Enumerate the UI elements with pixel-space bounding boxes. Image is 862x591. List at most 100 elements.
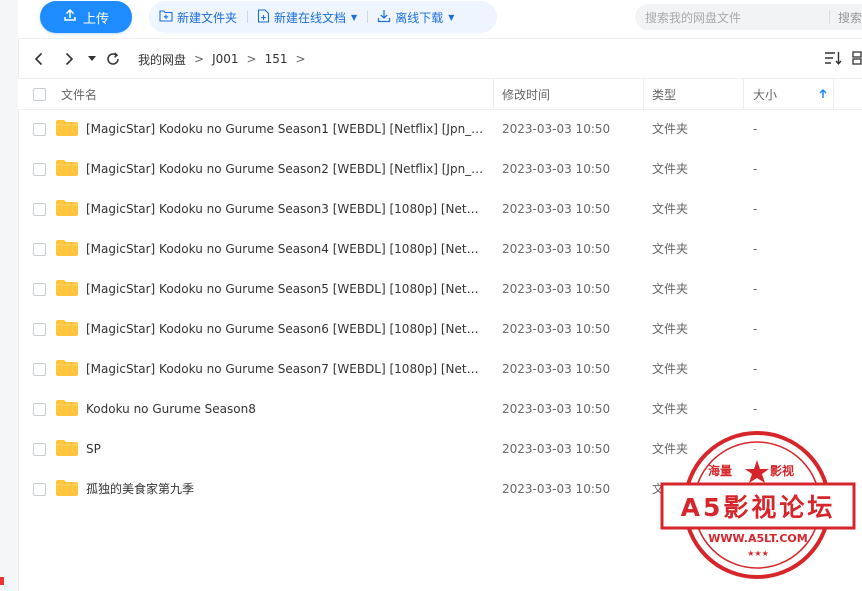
table-row[interactable]: [MagicStar] Kodoku no Gurume Season5 [WE…	[18, 269, 862, 309]
row-checkbox[interactable]	[33, 363, 46, 376]
file-size: -	[753, 162, 758, 176]
upload-icon	[63, 8, 77, 26]
new-folder-button[interactable]: 新建文件夹	[149, 1, 247, 33]
row-checkbox[interactable]	[33, 203, 46, 216]
file-name[interactable]: [MagicStar] Kodoku no Gurume Season1 [WE…	[86, 109, 486, 149]
breadcrumb-separator: >	[295, 52, 306, 66]
sort-icon[interactable]	[824, 50, 842, 69]
file-name[interactable]: [MagicStar] Kodoku no Gurume Season6 [WE…	[86, 309, 486, 349]
table-row[interactable]: [MagicStar] Kodoku no Gurume Season2 [WE…	[18, 149, 862, 189]
modified-time: 2023-03-03 10:50	[502, 362, 611, 376]
column-divider[interactable]	[643, 79, 644, 109]
new-doc-button[interactable]: 新建在线文档 ▼	[247, 1, 367, 33]
file-list: [MagicStar] Kodoku no Gurume Season1 [WE…	[18, 109, 862, 509]
row-checkbox[interactable]	[33, 443, 46, 456]
file-size: -	[753, 122, 758, 136]
table-row[interactable]: [MagicStar] Kodoku no Gurume Season3 [WE…	[18, 189, 862, 229]
header-name[interactable]: 文件名	[61, 79, 97, 109]
modified-time: 2023-03-03 10:50	[502, 202, 611, 216]
column-divider[interactable]	[743, 79, 744, 109]
navigation-bar: 我的网盘 > J001 > 151 >	[18, 38, 862, 79]
search-input[interactable]: 搜索我的网盘文件	[635, 9, 829, 26]
modified-time: 2023-03-03 10:50	[502, 162, 611, 176]
new-folder-label: 新建文件夹	[177, 10, 238, 25]
row-checkbox[interactable]	[33, 163, 46, 176]
file-name[interactable]: Kodoku no Gurume Season8	[86, 389, 486, 429]
refresh-button[interactable]	[100, 52, 126, 66]
table-row[interactable]: [MagicStar] Kodoku no Gurume Season6 [WE…	[18, 309, 862, 349]
row-checkbox[interactable]	[33, 123, 46, 136]
table-row[interactable]: [MagicStar] Kodoku no Gurume Season7 [WE…	[18, 349, 862, 389]
file-size: -	[753, 442, 758, 456]
table-row[interactable]: Kodoku no Gurume Season8 2023-03-03 10:5…	[18, 389, 862, 429]
folder-icon	[56, 320, 78, 336]
watermark-url: WWW.A5LT.COM	[708, 532, 807, 545]
file-size: -	[753, 322, 758, 336]
header-time[interactable]: 修改时间	[502, 79, 550, 109]
row-checkbox[interactable]	[33, 243, 46, 256]
modified-time: 2023-03-03 10:50	[502, 482, 611, 496]
file-size: -	[753, 362, 758, 376]
modified-time: 2023-03-03 10:50	[502, 402, 611, 416]
header-type[interactable]: 类型	[652, 79, 676, 109]
modified-time: 2023-03-03 10:50	[502, 322, 611, 336]
row-checkbox[interactable]	[33, 403, 46, 416]
offline-download-button[interactable]: 离线下载 ▼	[367, 1, 464, 33]
file-type: 文件夹	[652, 402, 689, 416]
row-checkbox[interactable]	[33, 283, 46, 296]
folder-icon	[56, 440, 78, 456]
forward-button[interactable]	[54, 52, 84, 66]
folder-icon	[56, 120, 78, 136]
file-type: 文件夹	[652, 322, 689, 336]
search-box[interactable]: 搜索我的网盘文件 搜索	[635, 4, 862, 30]
file-name[interactable]: [MagicStar] Kodoku no Gurume Season7 [WE…	[86, 349, 486, 389]
search-button[interactable]: 搜索	[830, 9, 862, 26]
table-row[interactable]: [MagicStar] Kodoku no Gurume Season1 [WE…	[18, 109, 862, 149]
breadcrumb-separator: >	[246, 52, 257, 66]
table-row[interactable]: 孤独的美食家第九季 2023-03-03 10:50 文件夹	[18, 469, 862, 509]
file-size: -	[753, 402, 758, 416]
breadcrumb-separator: >	[194, 52, 205, 66]
row-checkbox[interactable]	[33, 483, 46, 496]
checkbox[interactable]	[33, 87, 46, 101]
sort-ascending-icon[interactable]	[819, 79, 827, 109]
file-type: 文件夹	[652, 202, 689, 216]
chevron-down-icon: ▼	[351, 12, 358, 22]
breadcrumb-item[interactable]: 我的网盘	[138, 51, 186, 68]
column-divider[interactable]	[833, 79, 834, 109]
watermark-stars-icon: ★★★	[747, 549, 769, 558]
row-checkbox[interactable]	[33, 323, 46, 336]
breadcrumb: 我的网盘 > J001 > 151 >	[138, 51, 306, 68]
modified-time: 2023-03-03 10:50	[502, 242, 611, 256]
folder-icon	[56, 360, 78, 376]
folder-plus-icon	[159, 9, 173, 25]
upload-label: 上传	[82, 11, 109, 27]
file-type: 文件夹	[652, 242, 689, 256]
select-all-checkbox[interactable]	[33, 79, 46, 109]
file-type: 文件夹	[652, 122, 689, 136]
file-type: 文件夹	[652, 482, 689, 496]
file-name[interactable]: [MagicStar] Kodoku no Gurume Season3 [WE…	[86, 189, 486, 229]
edge-marker	[0, 577, 4, 585]
breadcrumb-item[interactable]: 151	[265, 52, 288, 66]
column-divider[interactable]	[493, 79, 494, 109]
new-doc-label: 新建在线文档	[274, 10, 347, 25]
file-name[interactable]: [MagicStar] Kodoku no Gurume Season4 [WE…	[86, 229, 486, 269]
grid-view-icon[interactable]	[852, 50, 862, 69]
file-name[interactable]: SP	[86, 429, 486, 469]
header-size[interactable]: 大小	[753, 79, 777, 109]
file-name[interactable]: [MagicStar] Kodoku no Gurume Season5 [WE…	[86, 269, 486, 309]
file-name[interactable]: [MagicStar] Kodoku no Gurume Season2 [WE…	[86, 149, 486, 189]
offline-download-label: 离线下载	[395, 10, 444, 25]
history-dropdown-icon[interactable]	[84, 56, 100, 62]
table-row[interactable]: SP 2023-03-03 10:50 文件夹 -	[18, 429, 862, 469]
modified-time: 2023-03-03 10:50	[502, 122, 611, 136]
back-button[interactable]	[24, 52, 54, 66]
upload-button[interactable]: 上传	[40, 1, 132, 33]
file-name[interactable]: 孤独的美食家第九季	[86, 469, 486, 509]
file-type: 文件夹	[652, 442, 689, 456]
folder-icon	[56, 160, 78, 176]
table-row[interactable]: [MagicStar] Kodoku no Gurume Season4 [WE…	[18, 229, 862, 269]
breadcrumb-item[interactable]: J001	[212, 52, 238, 66]
chevron-down-icon: ▼	[448, 12, 455, 22]
